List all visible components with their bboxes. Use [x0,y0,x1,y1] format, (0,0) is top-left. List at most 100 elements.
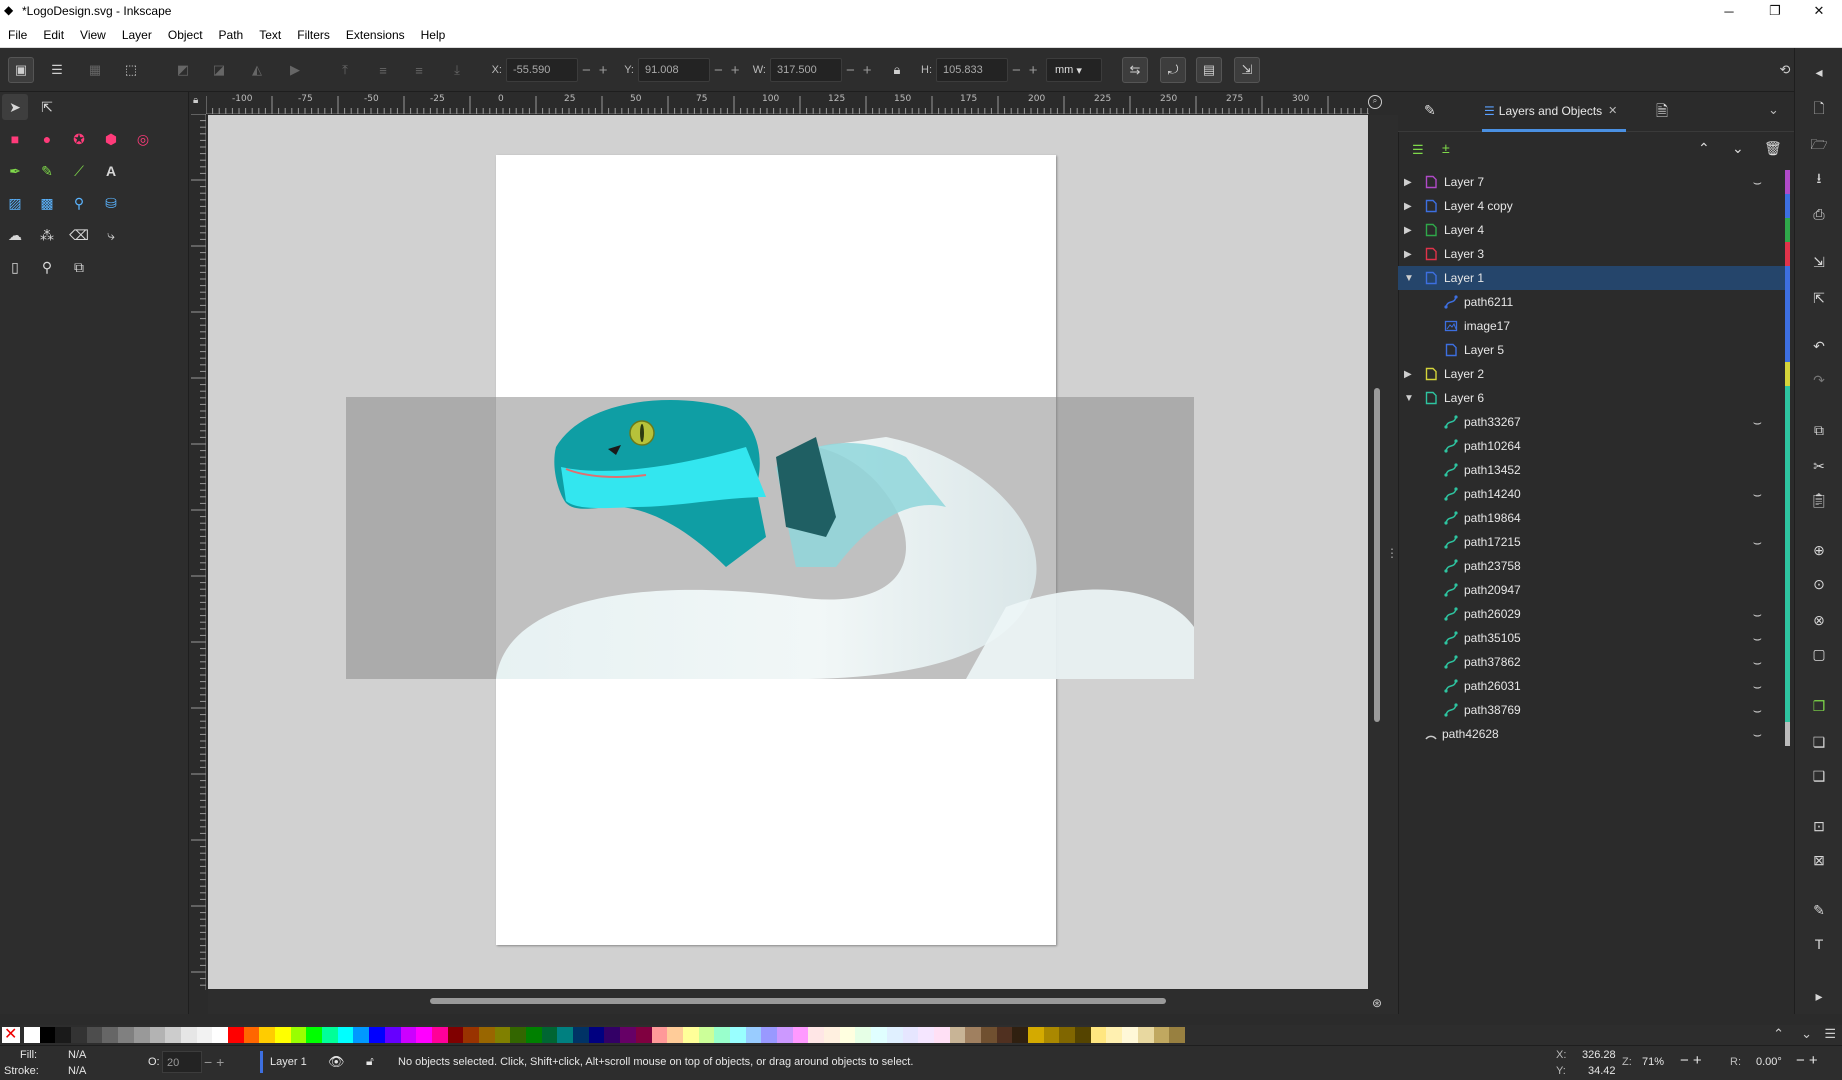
measure-tool-icon[interactable]: ⧉ [66,254,92,280]
palette-swatch[interactable] [526,1027,542,1043]
palette-swatch[interactable] [71,1027,87,1043]
connector-tool-icon[interactable]: ⤷ [98,222,124,248]
selector-tool-icon[interactable]: ➤ [2,94,28,120]
collapsed-arrow-icon[interactable]: ▶ [1404,225,1416,236]
hidden-eye-icon[interactable]: ⌣ [1753,174,1762,191]
palette-swatch[interactable] [777,1027,793,1043]
layer-row[interactable]: ▼ Layer 1 [1398,266,1790,290]
paint-bucket-tool-icon[interactable]: ⛁ [98,190,124,216]
layer-row[interactable]: path42628 ⌣ [1398,722,1790,746]
zoom-fit-icon[interactable]: ⌕ [1368,95,1382,109]
rotation-stepper-icon[interactable]: − + [1796,1052,1818,1069]
palette-swatch[interactable] [478,1027,495,1043]
palette-swatch[interactable] [133,1027,150,1043]
zoom-page-icon[interactable]: ⊗ [1807,608,1831,632]
vertical-scrollbar[interactable] [1374,388,1380,722]
palette-swatch[interactable] [212,1027,228,1043]
palette-swatch[interactable] [510,1027,526,1043]
lock-ratio-icon[interactable]: 🔒︎ [884,57,910,83]
collapsed-arrow-icon[interactable]: ▶ [1404,201,1416,212]
hidden-eye-icon[interactable]: ⌣ [1753,534,1762,551]
palette-swatch[interactable] [416,1027,432,1043]
layer-row[interactable]: Layer 5 [1398,338,1790,362]
palette-swatch[interactable] [39,1027,56,1043]
clone-icon[interactable]: ❏ [1807,730,1831,754]
add-layer-icon[interactable]: ☰ [1412,142,1424,158]
tab-document-properties-icon[interactable]: 🗎︎ [1656,101,1668,126]
menu-file[interactable]: File [0,28,35,42]
palette-swatch[interactable] [1090,1027,1107,1043]
move-gradients-icon[interactable]: ▤ [1196,57,1222,83]
palette-swatch[interactable] [463,1027,479,1043]
palette-swatch[interactable] [243,1027,260,1043]
palette-scroll-up-icon[interactable]: ⌃ [1773,1026,1784,1042]
raise-to-top-icon[interactable]: ⤒ [332,57,358,83]
zoom-stepper-icon[interactable]: − + [1680,1052,1702,1069]
menu-text[interactable]: Text [251,28,289,42]
redo-icon[interactable]: ↷ [1807,368,1831,392]
snake-artwork[interactable] [346,397,1194,679]
dock-menu-chevron-icon[interactable]: ⌄ [1768,102,1779,118]
layer-row[interactable]: path14240 ⌣ [1398,482,1790,506]
palette-swatch[interactable] [949,1027,966,1043]
gradient-tool-icon[interactable]: ▨ [2,190,28,216]
palette-swatch[interactable] [604,1027,621,1043]
palette-swatch[interactable] [86,1027,103,1043]
menu-object[interactable]: Object [160,28,211,42]
deselect-icon[interactable]: ▦ [82,57,108,83]
palette-swatch[interactable] [259,1027,275,1043]
palette-swatch[interactable] [180,1027,197,1043]
layer-row[interactable]: path33267 ⌣ [1398,410,1790,434]
cut-icon[interactable]: ✂ [1807,454,1831,478]
x-input[interactable]: -55.590 [506,58,578,82]
palette-swatch[interactable] [855,1027,872,1043]
node-tool-icon[interactable]: ⇱ [34,94,60,120]
palette-swatch[interactable] [714,1027,730,1043]
move-patterns-icon[interactable]: ⇲ [1234,57,1260,83]
layer-row[interactable]: path6211 [1398,290,1790,314]
hidden-eye-icon[interactable]: ⌣ [1753,630,1762,647]
flip-vertical-icon[interactable]: ▶ [282,57,308,83]
expanded-arrow-icon[interactable]: ▼ [1404,273,1416,284]
hidden-eye-icon[interactable]: ⌣ [1753,606,1762,623]
layer-row[interactable]: path17215 ⌣ [1398,530,1790,554]
eraser-tool-icon[interactable]: ⌫ [66,222,92,248]
x-increment-icon[interactable]: + [595,62,612,79]
palette-swatch[interactable] [1137,1027,1154,1043]
add-sublayer-icon[interactable]: ± [1442,140,1450,156]
zoom-page-width-icon[interactable]: ▢ [1807,642,1831,666]
palette-swatch[interactable] [635,1027,652,1043]
layer-row[interactable]: ▼ Layer 6 [1398,386,1790,410]
palette-swatch[interactable] [400,1027,417,1043]
layer-row[interactable]: ▶ Layer 7 ⌣ [1398,170,1790,194]
hidden-eye-icon[interactable]: ⌣ [1753,486,1762,503]
layer-visibility-icon[interactable]: 👁︎ [328,1054,345,1070]
opacity-stepper-icon[interactable]: − + [204,1054,224,1070]
w-decrement-icon[interactable]: − [842,62,859,79]
text-tool-icon[interactable]: A [98,158,124,184]
tab-close-icon[interactable]: ✕ [1608,104,1617,117]
layer-row[interactable]: ▶ Layer 3 [1398,242,1790,266]
import-icon[interactable]: ⇲ [1807,250,1831,274]
palette-swatch[interactable] [353,1027,370,1043]
bezier-tool-icon[interactable]: ✒ [2,158,28,184]
palette-swatch[interactable] [55,1027,72,1043]
unit-select[interactable]: mm ▾ [1046,58,1102,82]
palette-swatch[interactable] [24,1027,40,1043]
tab-layers-and-objects[interactable]: ☰ Layers and Objects ✕ [1482,92,1626,132]
ellipse-tool-icon[interactable]: ● [34,126,60,152]
palette-swatch[interactable] [1122,1027,1138,1043]
rectangle-tool-icon[interactable]: ■ [2,126,28,152]
palette-swatch[interactable] [886,1027,903,1043]
transform-handles-icon[interactable]: ⬚ [118,57,144,83]
select-all-icon[interactable]: ▣ [8,57,34,83]
palette-swatch[interactable] [306,1027,323,1043]
palette-menu-icon[interactable]: ☰ [1824,1026,1836,1042]
palette-swatch[interactable] [275,1027,291,1043]
opacity-input[interactable]: 20 [162,1051,202,1073]
hidden-eye-icon[interactable]: ⌣ [1753,414,1762,431]
layer-row[interactable]: path20947 [1398,578,1790,602]
hidden-eye-icon[interactable]: ⌣ [1753,726,1762,743]
palette-swatch[interactable] [149,1027,166,1043]
layer-row[interactable]: path13452 [1398,458,1790,482]
